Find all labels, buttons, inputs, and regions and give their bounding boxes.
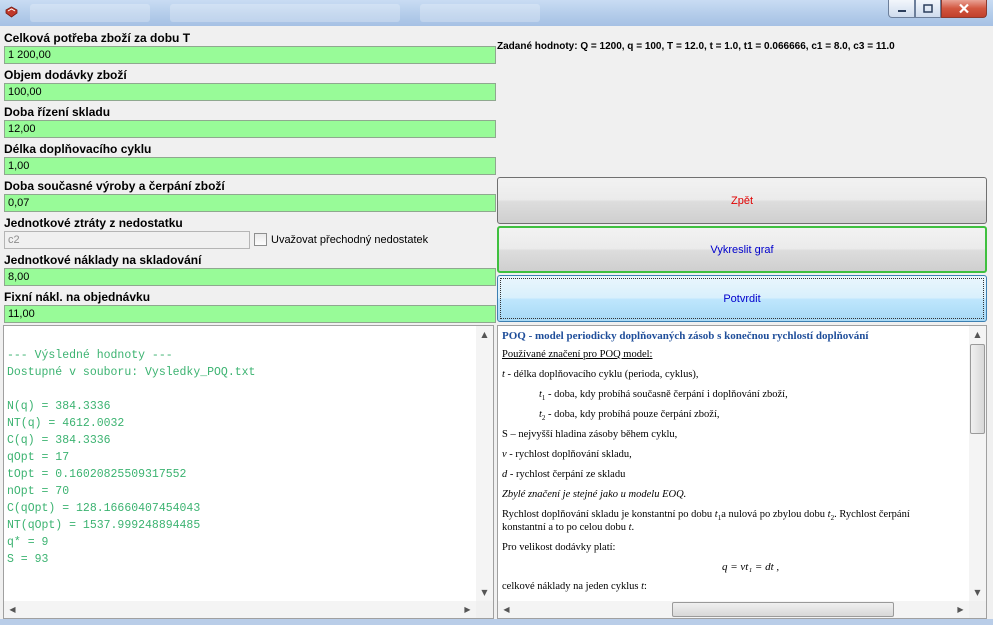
result-line: tOpt = 0.16020825509317552 — [7, 468, 187, 481]
scroll-right-icon[interactable]: ▶ — [459, 601, 476, 618]
help-t2-definition: t2 - doba, kdy probíhá pouze čerpání zbo… — [539, 409, 720, 423]
help-t-definition: t - délka doplňovacího cyklu (perioda, c… — [502, 369, 699, 380]
label-holding-cost: Jednotkové náklady na skladování — [4, 253, 202, 267]
delivery-volume-input[interactable]: 100,00 — [4, 83, 496, 101]
shortage-checkbox-label: Uvažovat přechodný nedostatek — [271, 233, 429, 246]
total-demand-input[interactable]: 1 200,00 — [4, 46, 496, 64]
title-bar-blur — [420, 4, 540, 22]
result-line: nOpt = 70 — [7, 485, 70, 498]
order-cost-input[interactable]: 11,00 — [4, 305, 496, 323]
model-help-panel[interactable]: POQ - model periodicky doplňovaných záso… — [497, 325, 987, 619]
confirm-button-label: Potvrdit — [723, 292, 761, 305]
results-vertical-scrollbar[interactable]: ▲ ▼ — [476, 326, 493, 601]
minimize-button[interactable] — [888, 0, 915, 18]
scroll-up-icon[interactable]: ▲ — [969, 326, 986, 343]
label-shortage-cost: Jednotkové ztráty z nedostatku — [4, 216, 183, 230]
results-output[interactable]: --- Výsledné hodnoty --- Dostupné v soubo… — [3, 325, 494, 619]
title-bar — [0, 0, 993, 26]
scroll-up-icon[interactable]: ▲ — [476, 326, 493, 343]
help-notation-heading: Používané značení pro POQ model: — [502, 349, 653, 360]
result-line: NT(q) = 4612.0032 — [7, 417, 125, 430]
result-line: Dostupné v souboru: Vysledky_POQ.txt — [7, 366, 256, 379]
confirm-button[interactable]: Potvrdit — [497, 275, 987, 322]
label-production-time: Doba současné výroby a čerpání zboží — [4, 179, 225, 193]
cycle-length-input[interactable]: 1,00 — [4, 157, 496, 175]
result-line: C(qOpt) = 128.16660407454043 — [7, 502, 201, 515]
result-line: S = 93 — [7, 553, 49, 566]
scroll-left-icon[interactable]: ◀ — [498, 601, 515, 618]
result-line: C(q) = 384.3336 — [7, 434, 111, 447]
management-period-input[interactable]: 12,00 — [4, 120, 496, 138]
given-values-text: Zadané hodnoty: Q = 1200, q = 100, T = 1… — [497, 41, 895, 52]
help-horizontal-scrollbar[interactable]: ◀ ▶ — [498, 601, 969, 618]
result-line — [7, 381, 255, 398]
holding-cost-input[interactable]: 8,00 — [4, 268, 496, 286]
close-icon — [959, 3, 969, 14]
scroll-down-icon[interactable]: ▼ — [969, 584, 986, 601]
minimize-icon — [897, 9, 906, 12]
production-time-input[interactable]: 0,07 — [4, 194, 496, 212]
help-s-definition: S – nejvyšší hladina zásoby během cyklu, — [502, 429, 678, 440]
help-t1-definition: t1 - doba, kdy probíhá současně čerpání … — [539, 389, 788, 403]
help-v-definition: v - rychlost doplňování skladu, — [502, 449, 632, 460]
shortage-checkbox-group[interactable]: Uvažovat přechodný nedostatek — [254, 233, 428, 246]
scroll-left-icon[interactable]: ◀ — [4, 601, 21, 618]
result-line: --- Výsledné hodnoty --- — [7, 349, 173, 362]
label-delivery-volume: Objem dodávky zboží — [4, 68, 127, 82]
results-text: --- Výsledné hodnoty --- Dostupné v soubo… — [7, 347, 255, 568]
scrollbar-corner — [476, 601, 493, 618]
label-total-demand: Celková potřeba zboží za dobu T — [4, 31, 191, 45]
help-rate-line2: konstantní a to po celou dobu t. — [502, 522, 635, 533]
results-horizontal-scrollbar[interactable]: ◀ ▶ — [4, 601, 476, 618]
help-vertical-scrollbar[interactable]: ▲ ▼ — [969, 326, 986, 601]
help-title: POQ - model periodicky doplňovaných záso… — [502, 330, 869, 342]
shortage-checkbox[interactable] — [254, 233, 267, 246]
title-bar-blur — [170, 4, 400, 22]
result-line: NT(qOpt) = 1537.999248894485 — [7, 519, 201, 532]
help-scroll-thumb[interactable] — [970, 344, 985, 434]
shortage-cost-input[interactable]: c2 — [4, 231, 250, 249]
label-management-period: Doba řízení skladu — [4, 105, 111, 119]
scrollbar-corner — [969, 601, 986, 618]
scroll-right-icon[interactable]: ▶ — [952, 601, 969, 618]
label-cycle-length: Délka doplňovacího cyklu — [4, 142, 152, 156]
result-line: N(q) = 384.3336 — [7, 400, 111, 413]
help-hscroll-thumb[interactable] — [672, 602, 894, 617]
help-cost-intro: celkové náklady na jeden cyklus t: — [502, 581, 647, 592]
help-formula: q = vt₁ = dt , — [722, 561, 780, 573]
app-icon — [5, 6, 18, 18]
help-rest-note: Zbylé značení je stejné jako u modelu EO… — [502, 489, 687, 500]
scroll-down-icon[interactable]: ▼ — [476, 584, 493, 601]
maximize-icon — [923, 3, 933, 13]
help-delivery-intro: Pro velikost dodávky platí: — [502, 542, 616, 553]
result-line: qOpt = 17 — [7, 451, 70, 464]
help-d-definition: d - rychlost čerpání ze skladu — [502, 469, 626, 480]
maximize-button[interactable] — [915, 0, 941, 18]
draw-graph-button[interactable]: Vykreslit graf — [497, 226, 987, 273]
title-bar-blur — [30, 4, 150, 22]
close-button[interactable] — [941, 0, 987, 18]
window-bottom-border — [0, 619, 993, 625]
help-rate-line1: Rychlost doplňování skladu je konstantní… — [502, 509, 910, 523]
result-line: q* = 9 — [7, 536, 49, 549]
back-button[interactable]: Zpět — [497, 177, 987, 224]
label-order-cost: Fixní nákl. na objednávku — [4, 290, 151, 304]
